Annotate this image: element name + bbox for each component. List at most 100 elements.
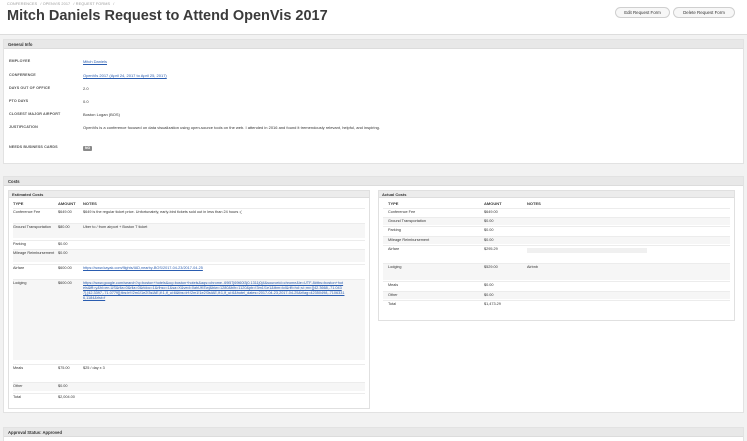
- cell-notes: $25 / day x 3: [83, 366, 105, 370]
- info-value: Boston Logan (BOS): [83, 112, 120, 117]
- cell-amount: $0.00: [484, 238, 494, 242]
- actual-costs-section: Actual Costs TYPE AMOUNT NOTES Conferenc…: [378, 190, 735, 321]
- actual-costs-table: TYPE AMOUNT NOTES Conference Fee $649.00 G…: [383, 201, 730, 319]
- breadcrumb-item[interactable]: OPENVIS 2017: [43, 2, 71, 6]
- table-row: Airfare $600.00 https://www.kayak.com/flig…: [13, 264, 365, 277]
- table-row: Other $0.00: [13, 382, 365, 391]
- cell-amount: $649.00: [58, 210, 72, 214]
- cell-type: Airfare: [388, 247, 400, 251]
- table-row: Mileage Reimbursement $0.00: [383, 236, 730, 244]
- col-type: TYPE: [13, 201, 24, 206]
- cell-amount: $0.00: [484, 228, 494, 232]
- cell-type: Total: [13, 395, 22, 399]
- cell-type: Parking: [13, 242, 26, 246]
- cell-amount: $0.00: [58, 251, 68, 255]
- cell-notes-link[interactable]: https://www.kayak.com/flights/IAD,nearby…: [83, 266, 345, 271]
- table-row: Ground Transportation $0.00: [383, 217, 730, 225]
- cell-type: Conference Fee: [388, 210, 416, 214]
- table-row: Total $2,004.00: [13, 393, 365, 401]
- page-title: Mitch Daniels Request to Attend OpenVis …: [7, 8, 328, 24]
- table-row: Airfare $295.29: [383, 245, 730, 262]
- cell-amount: $0.00: [484, 293, 494, 297]
- page-header: CONFERENCES / OPENVIS 2017 / REQUEST FOR…: [0, 0, 747, 35]
- cell-notes: Uber to / from airport + Boston T ticket: [83, 225, 148, 229]
- cell-type: Ground Transportation: [13, 225, 51, 229]
- table-row: Ground Transportation $80.00 Uber to / fro…: [13, 223, 365, 238]
- cell-type: Lodging: [388, 265, 402, 269]
- info-label: CLOSEST MAJOR AIRPORT: [9, 112, 61, 116]
- cell-type: Ground Transportation: [388, 219, 426, 223]
- info-label: DAYS OUT OF OFFICE: [9, 86, 51, 90]
- cell-type: Lodging: [13, 281, 27, 285]
- approval-status: Approval Status: Approved: [4, 428, 743, 437]
- cell-notes: Airbnb: [527, 265, 538, 269]
- cell-amount: $0.00: [484, 283, 494, 287]
- table-row: Parking $0.00: [383, 226, 730, 235]
- table-row: Conference Fee $649.00 $649 is the regular…: [13, 208, 365, 221]
- business-cards-label: NEEDS BUSINESS CARDS: [9, 145, 58, 149]
- info-label: PTO DAYS: [9, 99, 29, 103]
- cell-notes-link[interactable]: https://www.google.com/search?q=boston+h…: [83, 281, 345, 301]
- cell-type: Airfare: [13, 266, 25, 270]
- general-info-panel: General Info EMPLOYEE Mitch Daniels CONFER…: [3, 39, 744, 164]
- info-value: 0.0: [83, 99, 89, 104]
- general-info-heading: General Info: [4, 40, 743, 49]
- col-notes: NOTES: [83, 201, 97, 206]
- business-cards-badge: NO: [83, 145, 93, 151]
- table-row: Total $1,473.29: [383, 300, 730, 314]
- cell-type: Meals: [388, 283, 399, 287]
- table-row: Mileage Reimbursement $0.00: [13, 249, 365, 262]
- costs-heading: Costs: [4, 177, 743, 186]
- info-value: 2.0: [83, 86, 89, 91]
- cell-type: Parking: [388, 228, 401, 232]
- info-label: EMPLOYEE: [9, 59, 31, 63]
- edit-request-button[interactable]: Edit Request Form: [615, 7, 670, 18]
- cell-amount: $600.00: [58, 266, 72, 270]
- cell-amount: $1,473.29: [484, 302, 501, 306]
- table-row: Lodging $529.00 Airbnb: [383, 263, 730, 280]
- info-label: CONFERENCE: [9, 73, 36, 77]
- cell-amount: $649.00: [484, 210, 498, 214]
- col-type: TYPE: [388, 201, 399, 206]
- col-notes: NOTES: [527, 201, 541, 206]
- cell-type: Meals: [13, 366, 24, 370]
- col-amount: AMOUNT: [484, 201, 502, 206]
- col-amount: AMOUNT: [58, 201, 76, 206]
- costs-panel: Costs Estimated Costs TYPE AMOUNT NOTES …: [3, 176, 744, 413]
- cell-type: Mileage Reimbursement: [388, 238, 430, 242]
- notes-placeholder-box: [527, 248, 647, 253]
- cell-amount: $2,004.00: [58, 395, 75, 399]
- info-value: OpenVis is a conference focused on data …: [83, 125, 381, 130]
- estimated-costs-heading: Estimated Costs: [9, 191, 369, 198]
- info-label: JUSTIFICATION: [9, 125, 38, 129]
- cell-amount: $600.00: [58, 281, 72, 285]
- estimated-costs-section: Estimated Costs TYPE AMOUNT NOTES Confer…: [8, 190, 370, 409]
- table-row: Meals $75.00 $25 / day x 3: [13, 364, 365, 378]
- info-value-link[interactable]: OpenVis 2017 (April 24, 2017 to April 25…: [83, 73, 167, 78]
- breadcrumb-item[interactable]: REQUEST FORMS: [76, 2, 110, 6]
- cell-amount: $0.00: [58, 384, 68, 388]
- cell-amount: $529.00: [484, 265, 498, 269]
- actual-costs-heading: Actual Costs: [379, 191, 734, 198]
- cell-amount: $80.00: [58, 225, 70, 229]
- approval-panel: Approval Status: Approved: [3, 427, 744, 441]
- cell-amount: $295.29: [484, 247, 498, 251]
- table-row: Parking $0.00: [13, 240, 365, 247]
- table-row: Meals $0.00: [383, 281, 730, 290]
- table-row: Lodging $600.00 https://www.google.com/sea…: [13, 279, 365, 360]
- cell-type: Total: [388, 302, 397, 306]
- info-value-link[interactable]: Mitch Daniels: [83, 59, 107, 64]
- estimated-costs-table: TYPE AMOUNT NOTES Conference Fee $649.00 $…: [13, 201, 365, 406]
- cell-notes: $649 is the regular ticket price. Unfort…: [83, 210, 242, 214]
- cell-type: Other: [13, 384, 23, 388]
- cell-type: Other: [388, 293, 398, 297]
- table-row: Other $0.00: [383, 291, 730, 299]
- table-row: Conference Fee $649.00: [383, 208, 730, 216]
- delete-request-button[interactable]: Delete Request Form: [673, 7, 735, 18]
- cell-type: Mileage Reimbursement: [13, 251, 55, 255]
- breadcrumb: CONFERENCES / OPENVIS 2017 / REQUEST FOR…: [7, 2, 115, 6]
- cell-amount: $75.00: [58, 366, 70, 370]
- cell-type: Conference Fee: [13, 210, 41, 214]
- cell-amount: $0.00: [484, 219, 494, 223]
- breadcrumb-item[interactable]: CONFERENCES: [7, 2, 37, 6]
